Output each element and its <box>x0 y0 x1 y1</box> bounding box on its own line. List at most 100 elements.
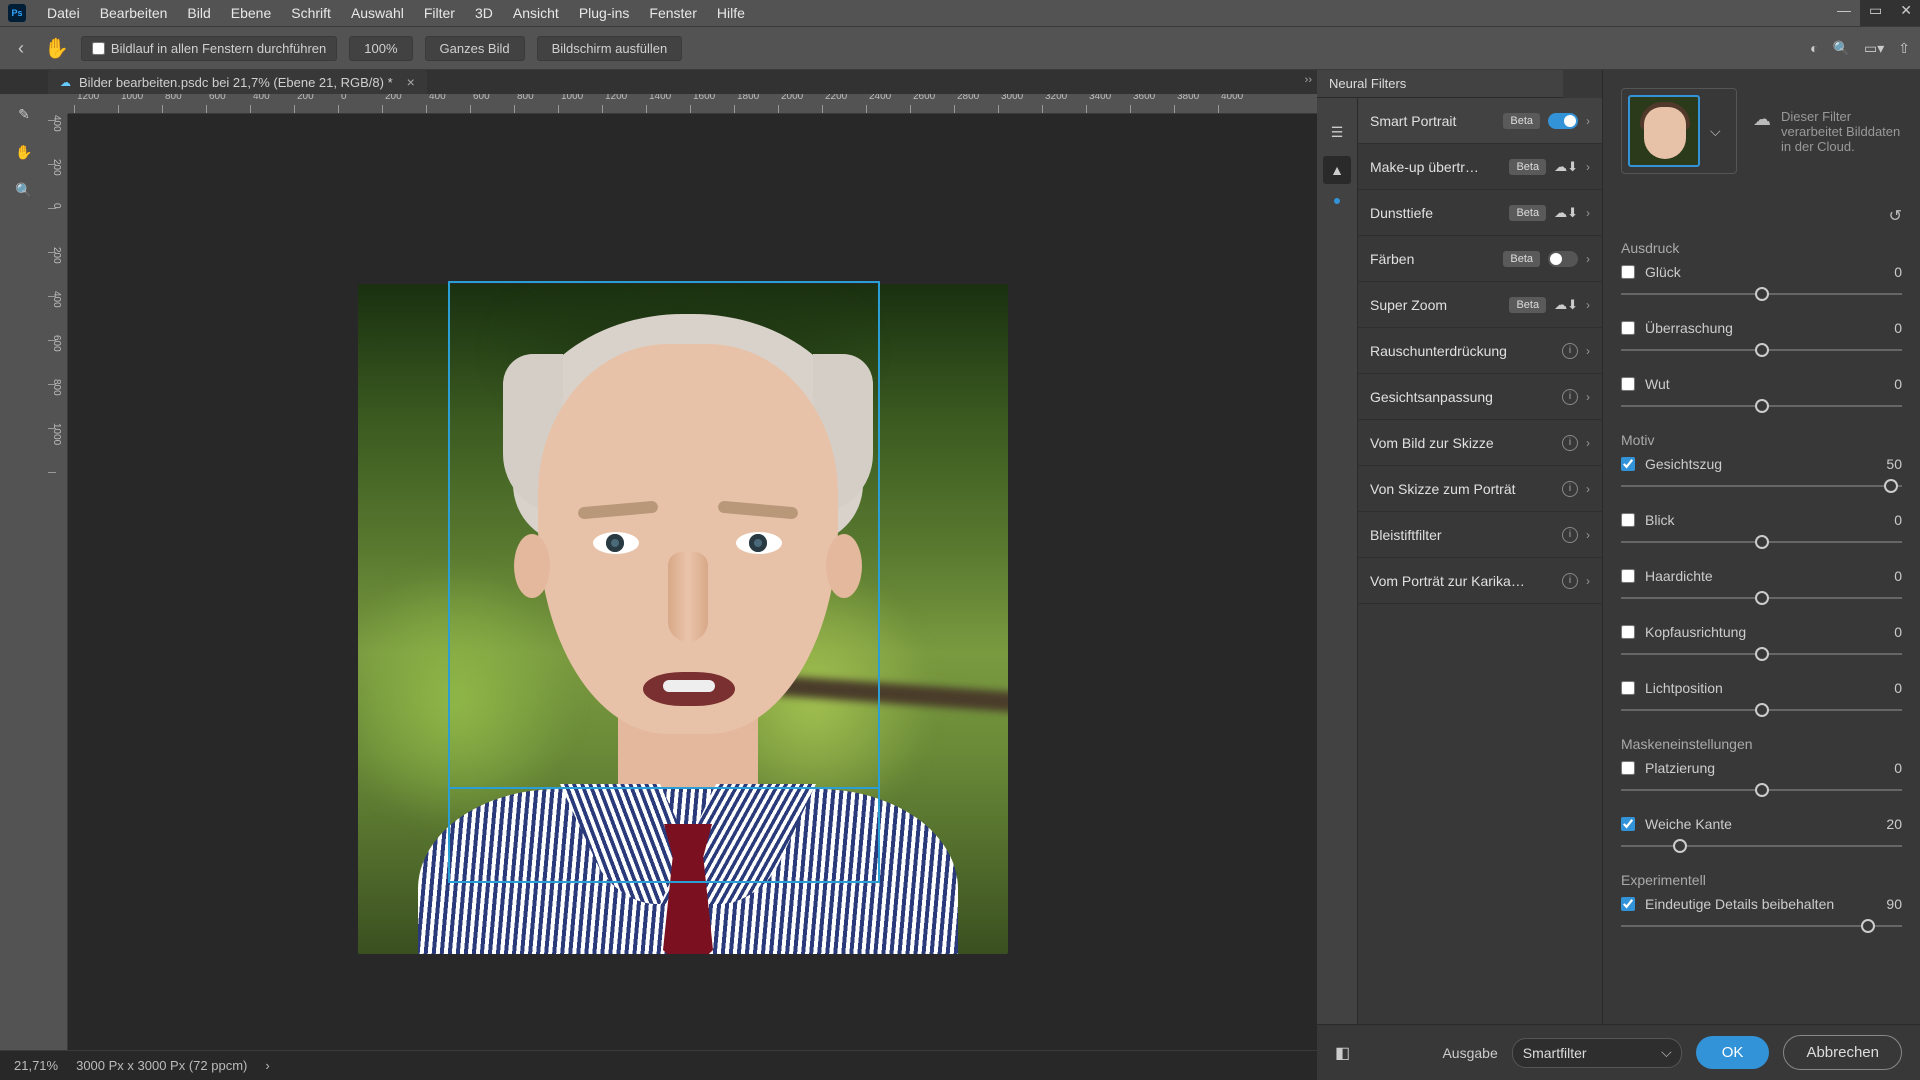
info-icon[interactable]: i <box>1562 527 1578 543</box>
slider-checkbox[interactable] <box>1621 625 1635 639</box>
menu-bearbeiten[interactable]: Bearbeiten <box>91 2 177 24</box>
download-icon[interactable]: ☁⬇ <box>1554 159 1578 175</box>
zoom-tool-icon[interactable]: 🔍 <box>8 176 40 204</box>
slider-checkbox[interactable] <box>1621 817 1635 831</box>
download-icon[interactable]: ☁⬇ <box>1554 205 1578 221</box>
slider-track[interactable] <box>1621 780 1902 800</box>
slider-knob[interactable] <box>1755 343 1769 357</box>
slider-track[interactable] <box>1621 588 1902 608</box>
slider-knob[interactable] <box>1755 647 1769 661</box>
slider-track[interactable] <box>1621 532 1902 552</box>
slider-checkbox[interactable] <box>1621 513 1635 527</box>
slider-knob[interactable] <box>1755 783 1769 797</box>
menu-fenster[interactable]: Fenster <box>640 2 705 24</box>
fill-screen-button[interactable]: Bildschirm ausfüllen <box>537 36 683 61</box>
slider-track[interactable] <box>1621 700 1902 720</box>
info-icon[interactable]: i <box>1562 389 1578 405</box>
output-select[interactable]: Smartfilter <box>1512 1038 1682 1068</box>
cloud-sync-icon[interactable]: ◐ <box>1810 40 1818 56</box>
slider-checkbox[interactable] <box>1621 897 1635 911</box>
eyedropper-tool-icon[interactable]: ✎ <box>8 100 40 128</box>
hand-tool-icon[interactable]: ✋ <box>44 36 69 61</box>
minimize-icon[interactable]: — <box>1837 2 1851 19</box>
slider-checkbox[interactable] <box>1621 569 1635 583</box>
slider-knob[interactable] <box>1755 703 1769 717</box>
scroll-all-checkbox-input[interactable] <box>92 42 105 55</box>
slider-knob[interactable] <box>1755 399 1769 413</box>
reset-icon[interactable]: ↺ <box>1889 206 1902 226</box>
vertical-ruler[interactable]: 60040020002004006008001000 <box>48 114 68 1050</box>
hand-tool-icon[interactable]: ✋ <box>8 138 40 166</box>
slider-knob[interactable] <box>1755 591 1769 605</box>
filter-item-f-rben[interactable]: FärbenBeta› <box>1358 236 1602 282</box>
filter-item-vom-bild-zur-skizze[interactable]: Vom Bild zur Skizzei› <box>1358 420 1602 466</box>
before-after-icon[interactable]: ◧ <box>1335 1043 1350 1063</box>
face-thumbnail[interactable] <box>1628 95 1700 167</box>
featured-filters-icon[interactable]: ▲ <box>1323 156 1351 184</box>
slider-knob[interactable] <box>1755 287 1769 301</box>
slider-track[interactable] <box>1621 340 1902 360</box>
menu-plug-ins[interactable]: Plug-ins <box>570 2 639 24</box>
maximize-icon[interactable]: ▭ <box>1869 2 1882 19</box>
back-icon[interactable]: ‹ <box>10 34 32 63</box>
ok-button[interactable]: OK <box>1696 1036 1770 1069</box>
all-filters-icon[interactable]: ☰ <box>1323 118 1351 146</box>
horizontal-ruler[interactable]: 1200100080060040020002004006008001000120… <box>68 94 1317 114</box>
download-icon[interactable]: ☁⬇ <box>1554 297 1578 313</box>
filter-item-super-zoom[interactable]: Super ZoomBeta☁⬇› <box>1358 282 1602 328</box>
slider-checkbox[interactable] <box>1621 681 1635 695</box>
menu-ansicht[interactable]: Ansicht <box>504 2 568 24</box>
filter-toggle[interactable] <box>1548 113 1578 129</box>
zoom-100-button[interactable]: 100% <box>349 36 412 61</box>
tab-close-icon[interactable]: × <box>407 74 415 90</box>
slider-track[interactable] <box>1621 836 1902 856</box>
workspace-icon[interactable]: ▭▾ <box>1864 40 1884 57</box>
menu-hilfe[interactable]: Hilfe <box>708 2 754 24</box>
slider-track[interactable] <box>1621 916 1902 936</box>
slider-checkbox[interactable] <box>1621 457 1635 471</box>
share-icon[interactable]: ⇧ <box>1898 40 1910 57</box>
scroll-all-windows-checkbox[interactable]: Bildlauf in allen Fenstern durchführen <box>81 36 337 61</box>
filter-item-rauschunterdr-ckung[interactable]: Rauschunterdrückungi› <box>1358 328 1602 374</box>
menu-3d[interactable]: 3D <box>466 2 502 24</box>
filter-item-vom-portr-t-zur-karika-[interactable]: Vom Porträt zur Karika…i› <box>1358 558 1602 604</box>
info-icon[interactable]: i <box>1562 343 1578 359</box>
info-icon[interactable]: i <box>1562 481 1578 497</box>
filter-item-von-skizze-zum-portr-t[interactable]: Von Skizze zum Porträti› <box>1358 466 1602 512</box>
filter-item-dunsttiefe[interactable]: DunsttiefeBeta☁⬇› <box>1358 190 1602 236</box>
info-icon[interactable]: i <box>1562 435 1578 451</box>
slider-track[interactable] <box>1621 396 1902 416</box>
fit-image-button[interactable]: Ganzes Bild <box>425 36 525 61</box>
menu-datei[interactable]: Datei <box>38 2 89 24</box>
canvas[interactable] <box>68 114 1317 1050</box>
slider-checkbox[interactable] <box>1621 265 1635 279</box>
status-chevron-icon[interactable]: › <box>265 1058 269 1073</box>
info-icon[interactable]: i <box>1562 573 1578 589</box>
slider-checkbox[interactable] <box>1621 761 1635 775</box>
menu-bild[interactable]: Bild <box>178 2 219 24</box>
tab-flyout-icon[interactable]: ›› <box>1305 74 1312 86</box>
slider-track[interactable] <box>1621 644 1902 664</box>
slider-knob[interactable] <box>1755 535 1769 549</box>
status-zoom[interactable]: 21,71% <box>14 1058 58 1073</box>
menu-auswahl[interactable]: Auswahl <box>342 2 413 24</box>
filter-item-smart-portrait[interactable]: Smart PortraitBeta› <box>1358 98 1602 144</box>
slider-knob[interactable] <box>1861 919 1875 933</box>
cancel-button[interactable]: Abbrechen <box>1783 1035 1902 1070</box>
close-icon[interactable]: ✕ <box>1900 2 1912 19</box>
slider-knob[interactable] <box>1884 479 1898 493</box>
slider-track[interactable] <box>1621 284 1902 304</box>
document-tab[interactable]: ☁ Bilder bearbeiten.psdc bei 21,7% (Eben… <box>48 70 427 94</box>
filter-item-make-up-bertr-[interactable]: Make-up übertr…Beta☁⬇› <box>1358 144 1602 190</box>
menu-schrift[interactable]: Schrift <box>282 2 340 24</box>
search-icon[interactable]: 🔍 <box>1833 40 1850 57</box>
filter-toggle[interactable] <box>1548 251 1578 267</box>
slider-track[interactable] <box>1621 476 1902 496</box>
menu-filter[interactable]: Filter <box>415 2 464 24</box>
slider-checkbox[interactable] <box>1621 377 1635 391</box>
slider-knob[interactable] <box>1673 839 1687 853</box>
face-select-chevron-icon[interactable]: ⌵ <box>1710 123 1726 140</box>
filter-item-gesichtsanpassung[interactable]: Gesichtsanpassungi› <box>1358 374 1602 420</box>
filter-item-bleistiftfilter[interactable]: Bleistiftfilteri› <box>1358 512 1602 558</box>
slider-checkbox[interactable] <box>1621 321 1635 335</box>
